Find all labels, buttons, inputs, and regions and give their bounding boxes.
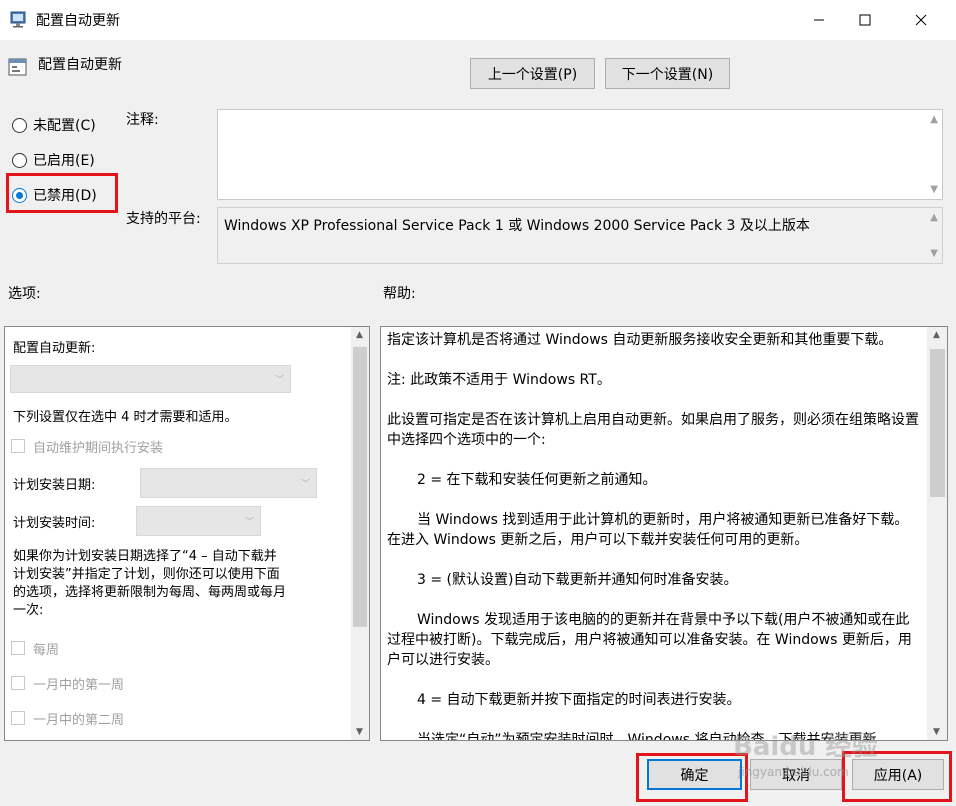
help-scrollbar[interactable]: ▲ ▼: [927, 327, 947, 740]
weekly-checkbox[interactable]: [11, 641, 25, 655]
maintenance-checkbox[interactable]: [11, 439, 25, 453]
options-scrollbar[interactable]: ▲ ▼: [351, 327, 369, 740]
help-label: 帮助:: [383, 286, 416, 302]
paragraph-line: 计划安装”并指定了计划，则你还可以使用下面: [13, 567, 280, 582]
comment-textarea[interactable]: ▲ ▼: [217, 109, 943, 200]
setting-title: 配置自动更新: [38, 57, 122, 73]
schedule-day-label: 计划安装日期:: [13, 478, 96, 493]
first-week-label: 一月中的第一周: [33, 678, 125, 693]
maintenance-label: 自动维护期间执行安装: [33, 441, 164, 456]
paragraph-line: 的选项，选择将更新限制为每周、每两周或每月: [13, 585, 287, 600]
scroll-down-icon[interactable]: ▼: [930, 184, 938, 195]
options-label: 选项:: [8, 286, 41, 302]
scroll-thumb[interactable]: [353, 347, 367, 627]
first-week-checkbox[interactable]: [11, 676, 25, 690]
policy-icon: [10, 10, 28, 28]
config-auto-update-label: 配置自动更新:: [13, 341, 96, 356]
paragraph-line: 如果你为计划安装日期选择了“4 – 自动下载并: [13, 549, 277, 564]
weekly-label: 每周: [33, 643, 60, 658]
options-panel[interactable]: 配置自动更新: ﹀ 下列设置仅在选中 4 时才需要和适用。 自动维护期间执行安装…: [4, 326, 370, 741]
scroll-up-icon[interactable]: ▲: [930, 212, 938, 223]
help-paragraph: 4 = 自动下载更新并按下面指定的时间表进行安装。: [417, 692, 741, 708]
comment-label: 注释:: [126, 112, 159, 128]
previous-setting-button[interactable]: 上一个设置(P): [470, 58, 595, 89]
window-title: 配置自动更新: [36, 13, 120, 29]
radio-enabled-label: 已启用(E): [33, 153, 95, 169]
help-paragraph: 当 Windows 找到适用于此计算机的更新时，用户将被通知更新已准备好下载。在…: [387, 512, 909, 548]
highlight-box-disabled: [6, 173, 118, 213]
radio-button[interactable]: [12, 117, 27, 133]
scroll-up-icon[interactable]: ▲: [930, 114, 938, 125]
platform-field: Windows XP Professional Service Pack 1 或…: [217, 207, 943, 264]
platform-label: 支持的平台:: [126, 211, 201, 227]
minimize-button[interactable]: [796, 0, 842, 40]
close-button[interactable]: [898, 0, 944, 40]
help-paragraph: 指定该计算机是否将通过 Windows 自动更新服务接收安全更新和其他重要下载。: [387, 332, 893, 348]
scroll-down-icon[interactable]: ▼: [933, 727, 940, 737]
options-note: 下列设置仅在选中 4 时才需要和适用。: [13, 410, 238, 425]
help-paragraph: 2 = 在下载和安装任何更新之前通知。: [417, 472, 657, 488]
help-paragraph: 3 = (默认设置)自动下载更新并通知何时准备安装。: [417, 572, 738, 588]
schedule-time-dropdown[interactable]: ﹀: [136, 506, 261, 536]
schedule-time-label: 计划安装时间:: [13, 516, 96, 531]
maximize-icon: [859, 14, 871, 26]
minimize-icon: [814, 19, 824, 21]
second-week-checkbox[interactable]: [11, 711, 25, 725]
scroll-thumb[interactable]: [930, 349, 945, 497]
paragraph-line: 一次:: [13, 603, 44, 618]
close-icon: [915, 14, 927, 26]
scroll-up-icon[interactable]: ▲: [356, 330, 363, 340]
chevron-down-icon: ﹀: [274, 375, 284, 386]
watermark-url: jingyan.baidu.com: [738, 765, 849, 779]
help-panel[interactable]: 指定该计算机是否将通过 Windows 自动更新服务接收安全更新和其他重要下载。…: [380, 326, 948, 741]
scroll-up-icon[interactable]: ▲: [933, 330, 940, 340]
help-paragraph: 此设置可指定是否在该计算机上启用自动更新。如果启用了服务，则必须在组策略设置中选…: [387, 412, 919, 448]
chevron-down-icon: ﹀: [300, 479, 310, 490]
scroll-down-icon[interactable]: ▼: [356, 727, 363, 737]
scroll-down-icon[interactable]: ▼: [930, 248, 938, 259]
radio-not-configured-label: 未配置(C): [33, 118, 96, 134]
radio-enabled[interactable]: 已启用(E): [12, 150, 95, 170]
baidu-watermark: Baidu 经验: [733, 732, 878, 762]
second-week-label: 一月中的第二周: [33, 713, 125, 728]
next-setting-button[interactable]: 下一个设置(N): [605, 58, 730, 89]
setting-icon: [8, 57, 28, 77]
maximize-button[interactable]: [842, 0, 888, 40]
highlight-box-ok: [636, 753, 748, 802]
schedule-day-dropdown[interactable]: ﹀: [140, 468, 317, 498]
schedule-paragraph: 如果你为计划安装日期选择了“4 – 自动下载并 计划安装”并指定了计划，则你还可…: [13, 548, 286, 620]
platform-value: Windows XP Professional Service Pack 1 或…: [224, 218, 810, 234]
help-paragraph: 注: 此政策不适用于 Windows RT。: [387, 372, 611, 388]
chevron-down-icon: ﹀: [244, 517, 254, 528]
help-paragraph: Windows 发现适用于该电脑的的更新并在背景中予以下载(用户不被通知或在此过…: [387, 612, 912, 668]
radio-not-configured[interactable]: 未配置(C): [12, 115, 96, 135]
config-dropdown[interactable]: ﹀: [10, 365, 291, 393]
radio-button[interactable]: [12, 152, 27, 168]
